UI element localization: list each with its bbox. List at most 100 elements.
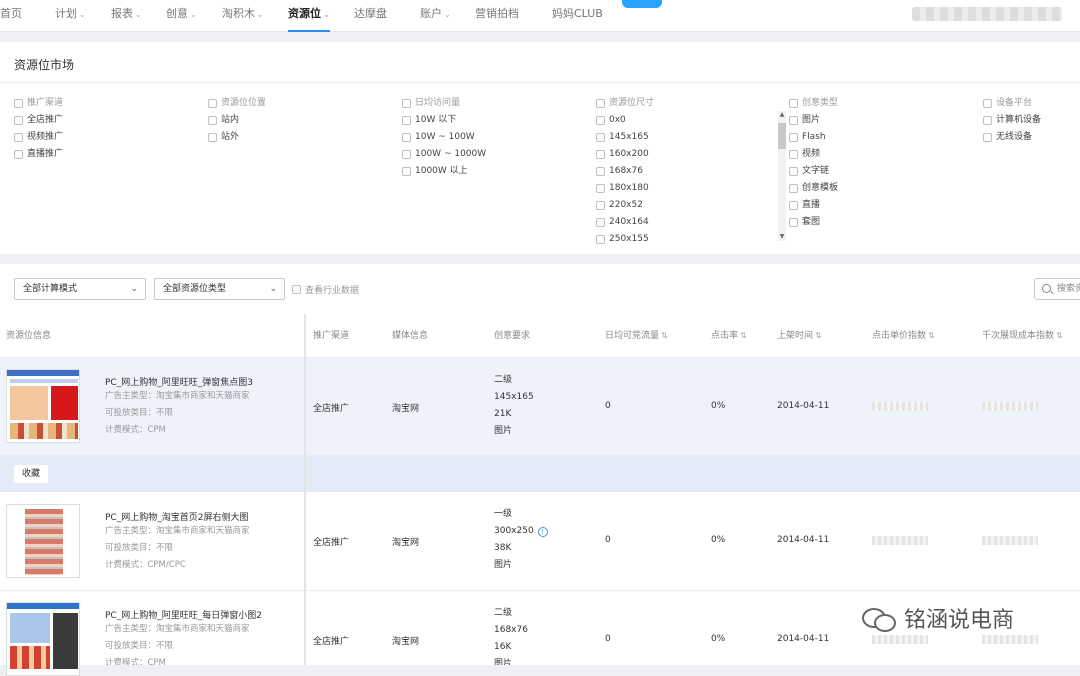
checkbox[interactable] — [208, 133, 217, 142]
filter-option[interactable]: 145x165 — [596, 129, 654, 146]
checkbox[interactable] — [789, 150, 798, 159]
checkbox[interactable] — [402, 150, 411, 159]
industry-data-toggle[interactable]: 查看行业数据 — [292, 283, 359, 296]
slot-type-select[interactable]: 全部资源位类型 ⌄ — [154, 278, 285, 300]
filter-option[interactable]: 视频 — [789, 146, 838, 163]
checkbox[interactable] — [596, 133, 605, 142]
slot-name[interactable]: PC_网上购物_淘宝首页2屏右侧大图 — [105, 510, 248, 523]
checkbox[interactable] — [789, 116, 798, 125]
scrollbar-thumb[interactable] — [778, 123, 786, 149]
slot-thumbnail[interactable] — [6, 369, 80, 443]
nav-marketing-partner[interactable]: 营销拍档 — [475, 0, 519, 32]
slot-name[interactable]: PC_网上购物_阿里旺旺_弹窗焦点图3 — [105, 375, 253, 388]
filter-option[interactable]: 图片 — [789, 112, 838, 129]
nav-mama-club[interactable]: 妈妈CLUB — [552, 0, 603, 32]
filter-option[interactable]: 套图 — [789, 214, 838, 231]
info-icon[interactable]: ! — [537, 527, 548, 537]
table-row[interactable]: PC_网上购物_阿里旺旺_弹窗焦点图3 广告主类型：淘宝集市商家和天猫商家 可投… — [0, 358, 1080, 456]
checkbox[interactable] — [789, 133, 798, 142]
filter-option[interactable]: 站外 — [208, 129, 266, 146]
checkbox[interactable] — [402, 116, 411, 125]
checkbox[interactable] — [983, 133, 992, 142]
checkbox[interactable] — [789, 184, 798, 193]
filter-option[interactable]: 160x200 — [596, 146, 654, 163]
checkbox[interactable] — [596, 218, 605, 227]
nav-creative[interactable]: 创意 ⌄ — [166, 0, 197, 32]
scroll-down-icon[interactable]: ▼ — [778, 233, 786, 241]
calc-mode-select[interactable]: 全部计算模式 ⌄ — [14, 278, 146, 300]
checkbox[interactable] — [596, 99, 605, 108]
filter-option[interactable]: 无线设备 — [983, 129, 1041, 146]
filter-option[interactable]: 文字链 — [789, 163, 838, 180]
filter-option[interactable]: 100W ~ 1000W — [402, 146, 486, 163]
checkbox[interactable] — [983, 99, 992, 108]
checkbox[interactable] — [402, 167, 411, 176]
filter-header[interactable]: 创意类型 — [789, 95, 838, 112]
checkbox[interactable] — [402, 133, 411, 142]
filter-header[interactable]: 资源位尺寸 — [596, 95, 654, 112]
filter-option[interactable]: 创意模板 — [789, 180, 838, 197]
sort-icon[interactable]: ⇅ — [815, 331, 822, 340]
checkbox[interactable] — [983, 116, 992, 125]
nav-resource-slot[interactable]: 资源位 ⌄ — [288, 0, 330, 32]
checkbox[interactable] — [208, 116, 217, 125]
checkbox[interactable] — [596, 184, 605, 193]
checkbox[interactable] — [14, 99, 23, 108]
filter-option[interactable]: 站内 — [208, 112, 266, 129]
checkbox[interactable] — [596, 116, 605, 125]
primary-action-tab[interactable] — [622, 0, 662, 8]
filter-option[interactable]: 全店推广 — [14, 112, 63, 129]
checkbox[interactable] — [208, 99, 217, 108]
checkbox[interactable] — [596, 235, 605, 244]
nav-home[interactable]: 首页 — [0, 0, 22, 32]
filter-option[interactable]: 180x180 — [596, 180, 654, 197]
filter-option[interactable]: 1000W 以上 — [402, 163, 486, 180]
filter-option[interactable]: Flash — [789, 129, 838, 146]
col-cpm-index[interactable]: 千次展现成本指数 ⇅ — [982, 314, 1063, 358]
filter-option[interactable]: 10W 以下 — [402, 112, 486, 129]
checkbox[interactable] — [292, 285, 301, 294]
filter-option[interactable]: 220x52 — [596, 197, 654, 214]
filter-header[interactable]: 资源位位置 — [208, 95, 266, 112]
filter-header[interactable]: 推广渠道 — [14, 95, 63, 112]
table-row[interactable]: PC_网上购物_淘宝首页2屏右侧大图 广告主类型：淘宝集市商家和天猫商家 可投放… — [0, 492, 1080, 591]
checkbox[interactable] — [596, 167, 605, 176]
nav-taojimu[interactable]: 淘积木 ⌄ — [222, 0, 264, 32]
filter-option[interactable]: 0x0 — [596, 112, 654, 129]
scroll-up-icon[interactable]: ▲ — [778, 111, 786, 119]
search-input[interactable]: 搜索资 — [1034, 278, 1080, 300]
filter-option[interactable]: 240x164 — [596, 214, 654, 231]
nav-report[interactable]: 报表 ⌄ — [111, 0, 142, 32]
checkbox[interactable] — [789, 201, 798, 210]
sort-icon[interactable]: ⇅ — [661, 331, 668, 340]
checkbox[interactable] — [14, 133, 23, 142]
sort-icon[interactable]: ⇅ — [1056, 331, 1063, 340]
col-online-date[interactable]: 上架时间 ⇅ — [777, 314, 822, 358]
filter-option[interactable]: 视频推广 — [14, 129, 63, 146]
filter-option[interactable]: 168x76 — [596, 163, 654, 180]
col-ctr[interactable]: 点击率 ⇅ — [711, 314, 747, 358]
filter-option[interactable]: 250x155 — [596, 231, 654, 248]
filter-option[interactable]: 直播推广 — [14, 146, 63, 163]
slot-name[interactable]: PC_网上购物_阿里旺旺_每日弹窗小图2 — [105, 608, 262, 621]
filter-header[interactable]: 日均访问量 — [402, 95, 486, 112]
sort-icon[interactable]: ⇅ — [928, 331, 935, 340]
filter-option[interactable]: 计算机设备 — [983, 112, 1041, 129]
checkbox[interactable] — [14, 116, 23, 125]
col-cpc-index[interactable]: 点击单价指数 ⇅ — [872, 314, 935, 358]
checkbox[interactable] — [402, 99, 411, 108]
checkbox[interactable] — [14, 150, 23, 159]
checkbox[interactable] — [596, 150, 605, 159]
creative-type-scrollbar[interactable]: ▲ ▼ — [778, 111, 786, 241]
nav-account[interactable]: 账户 ⌄ — [420, 0, 451, 32]
filter-option[interactable]: 直播 — [789, 197, 838, 214]
checkbox[interactable] — [596, 201, 605, 210]
nav-damopan[interactable]: 达摩盘 — [354, 0, 387, 32]
checkbox[interactable] — [789, 167, 798, 176]
checkbox[interactable] — [789, 99, 798, 108]
sort-icon[interactable]: ⇅ — [740, 331, 747, 340]
favorite-button[interactable]: 收藏 — [14, 465, 48, 483]
col-traffic[interactable]: 日均可竞流量 ⇅ — [605, 314, 668, 358]
checkbox[interactable] — [789, 218, 798, 227]
filter-header[interactable]: 设备平台 — [983, 95, 1041, 112]
